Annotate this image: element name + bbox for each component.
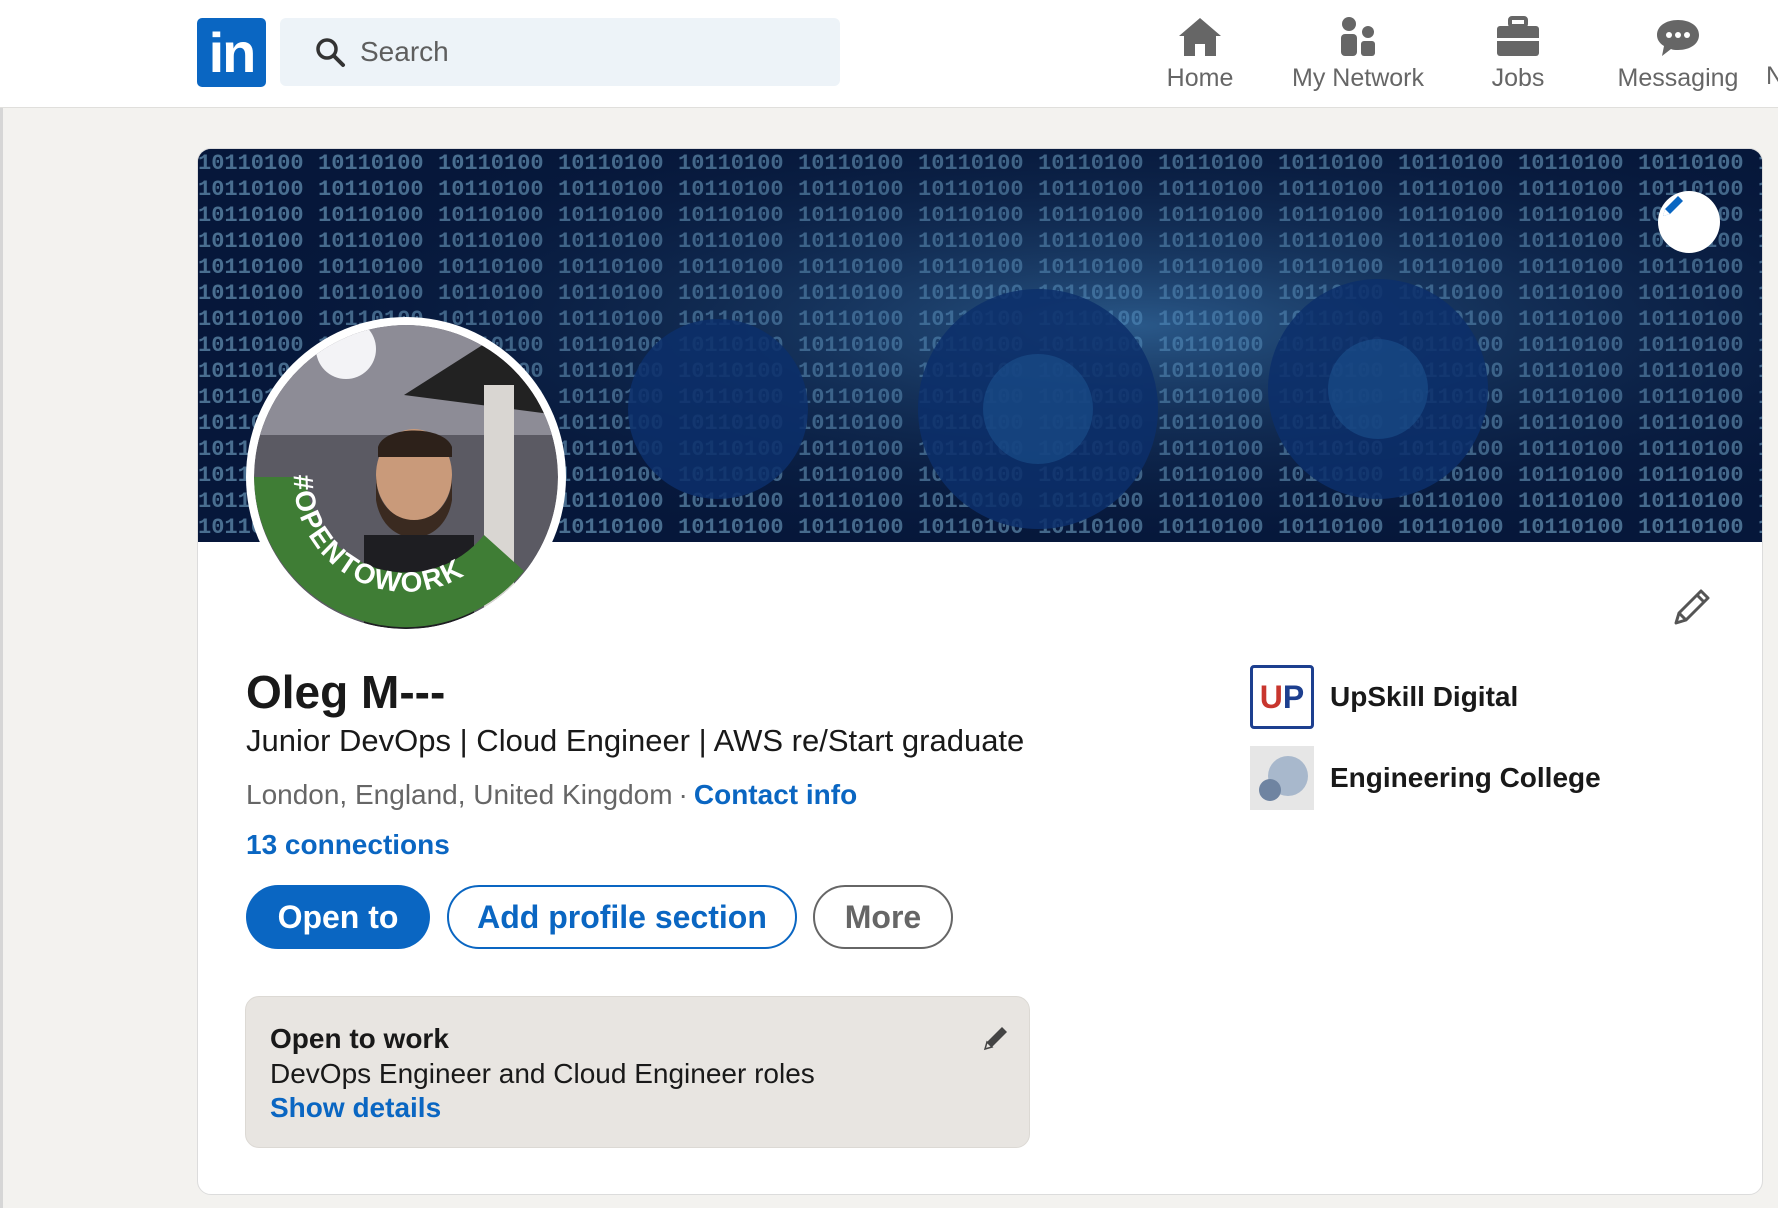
nav-messaging-label: Messaging [1617,64,1739,92]
affiliation-label: UpSkill Digital [1330,681,1519,712]
more-button[interactable]: More [813,885,953,949]
avatar: #OPENTOWORK [254,325,558,629]
linkedin-logo[interactable]: in [197,18,266,87]
add-profile-section-button[interactable]: Add profile section [447,885,797,949]
window-edge [0,0,3,1208]
affiliation-label: Engineering College [1330,762,1601,793]
edit-banner-button[interactable] [1658,191,1720,253]
separator-dot: · [678,779,688,810]
search-input[interactable] [360,18,820,86]
nav-my-network-label: My Network [1292,64,1424,92]
messaging-icon [1657,20,1699,56]
profile-card: 10110100 [197,148,1763,1195]
nav-home[interactable]: Home [1150,14,1250,94]
nav-my-network[interactable]: My Network [1283,14,1433,94]
affiliation-engineering-college[interactable]: Engineering College [1250,746,1601,810]
profile-headline: Junior DevOps | Cloud Engineer | AWS re/… [246,723,1025,758]
open-to-work-box[interactable]: Open to work DevOps Engineer and Cloud E… [245,996,1030,1148]
search-icon [316,38,345,67]
upskill-digital-logo: UP [1250,665,1314,729]
school-logo-icon [1250,746,1314,810]
profile-photo[interactable]: #OPENTOWORK [246,317,566,637]
show-details-link[interactable]: Show details [270,1092,441,1124]
open-to-button[interactable]: Open to [246,885,430,949]
edit-intro-pencil-icon[interactable] [1668,583,1716,631]
profile-name: Oleg M--- [246,666,446,718]
profile-location: London, England, United Kingdom [246,779,673,810]
nav-jobs[interactable]: Jobs [1468,14,1568,94]
edit-open-to-work-pencil-icon[interactable] [979,1021,1013,1055]
location-row: London, England, United Kingdom · Contact … [246,779,857,811]
nav-messaging[interactable]: Messaging [1613,14,1743,94]
top-navigation-bar: in Home My Network Jobs [0,0,1778,108]
connections-link[interactable]: 13 connections [246,829,450,861]
open-to-work-description: DevOps Engineer and Cloud Engineer roles [270,1058,815,1089]
pencil-icon [1663,196,1683,216]
nav-notifications-label-cut[interactable]: N [1766,62,1778,91]
search-box[interactable] [280,18,840,86]
nav-jobs-label: Jobs [1491,64,1545,92]
briefcase-icon [1497,16,1539,56]
network-icon [1341,17,1375,56]
affiliation-upskill-digital[interactable]: UP UpSkill Digital [1250,665,1518,729]
open-to-work-title: Open to work [270,1023,449,1054]
home-icon [1179,18,1221,56]
nav-home-label: Home [1166,64,1234,92]
contact-info-link[interactable]: Contact info [694,779,857,810]
